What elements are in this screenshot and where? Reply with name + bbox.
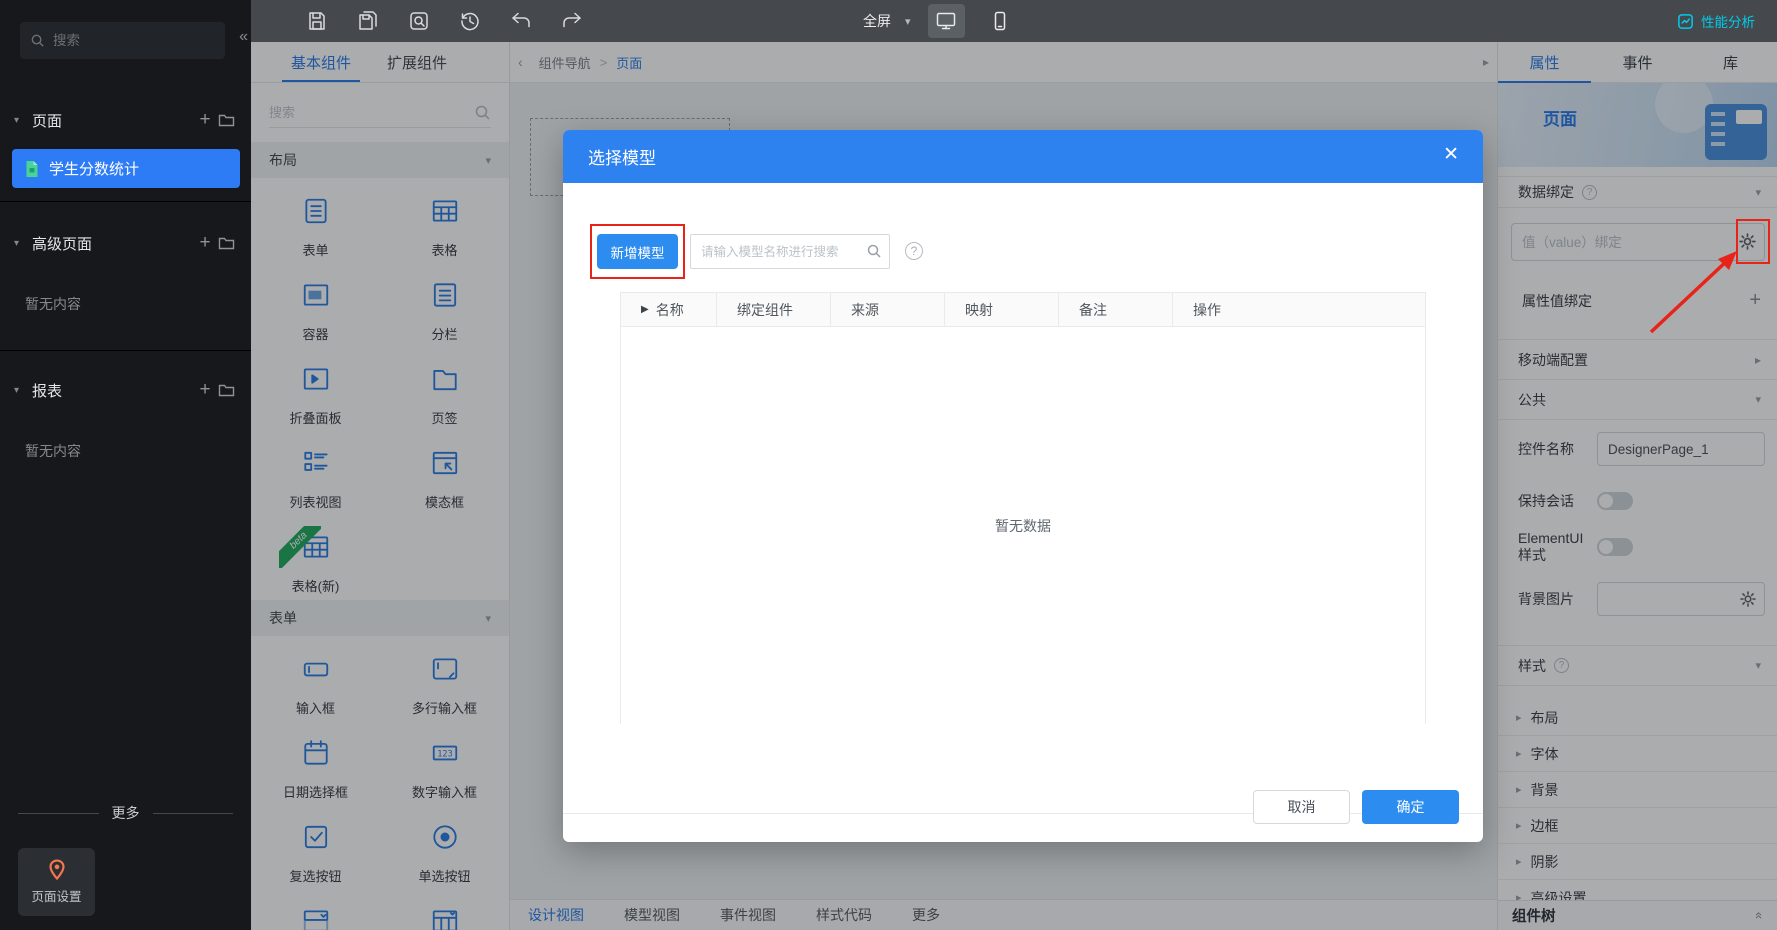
advanced-pages-section-label: 高级页面 xyxy=(32,235,93,253)
divider xyxy=(0,201,251,202)
more-label: 更多 xyxy=(111,805,140,821)
divider xyxy=(0,350,251,351)
reports-section-label: 报表 xyxy=(32,382,63,400)
add-model-button[interactable]: 新增模型 xyxy=(597,234,678,269)
chevron-down-icon[interactable]: ▾ xyxy=(14,238,28,249)
pages-section-label: 页面 xyxy=(32,112,63,130)
col-name[interactable]: ▶ 名称 xyxy=(621,293,717,326)
page-settings-button[interactable]: 页面设置 xyxy=(18,848,95,916)
col-mapping: 映射 xyxy=(945,293,1059,326)
help-icon[interactable]: ? xyxy=(905,242,923,260)
model-table: ▶ 名称 绑定组件 来源 映射 备注 操作 暂无数据 xyxy=(620,292,1426,724)
dialog-title: 选择模型 xyxy=(588,149,656,168)
page-file-icon xyxy=(26,160,38,177)
model-search-input[interactable] xyxy=(690,234,890,269)
section-reports: ▾ 报表 + xyxy=(14,375,235,405)
folder-icon[interactable] xyxy=(218,236,235,251)
chevron-down-icon[interactable]: ▾ xyxy=(14,115,28,126)
more-divider: 更多 xyxy=(0,803,251,823)
page-settings-label: 页面设置 xyxy=(31,890,82,904)
page-item-selected[interactable]: 学生分数统计 xyxy=(12,149,240,188)
col-source: 来源 xyxy=(831,293,945,326)
sidebar-search[interactable] xyxy=(20,22,225,59)
preview-icon[interactable] xyxy=(406,8,432,34)
performance-analysis-button[interactable]: 性能分析 xyxy=(1677,0,1755,42)
chevron-down-icon[interactable]: ▾ xyxy=(14,385,28,396)
save-icon[interactable] xyxy=(304,8,330,34)
chevron-down-icon[interactable]: ▾ xyxy=(905,15,911,28)
top-toolbar: 全屏 ▾ 性能分析 xyxy=(251,0,1777,42)
empty-data-text: 暂无数据 xyxy=(995,517,1051,534)
undo-icon[interactable] xyxy=(508,8,534,34)
expand-caret-icon[interactable]: ▶ xyxy=(641,304,649,315)
add-page-button[interactable]: + xyxy=(192,109,218,131)
mobile-icon xyxy=(994,11,1006,31)
reports-empty-text: 暂无内容 xyxy=(25,443,81,459)
location-pin-icon xyxy=(48,859,65,881)
save-all-icon[interactable] xyxy=(355,8,381,34)
collapse-sidebar-icon[interactable]: « xyxy=(239,28,248,46)
table-body: 暂无数据 xyxy=(621,327,1425,724)
select-model-dialog: 选择模型 ✕ 新增模型 ? ▶名称 绑定组件 来源 映射 备注 操作 暂无数据 … xyxy=(563,130,1483,842)
section-advanced-pages: ▾ 高级页面 + xyxy=(14,228,235,258)
folder-icon[interactable] xyxy=(218,113,235,128)
performance-label: 性能分析 xyxy=(1701,15,1755,30)
performance-icon xyxy=(1678,13,1693,29)
history-icon[interactable] xyxy=(457,8,483,34)
model-search xyxy=(690,234,890,269)
confirm-button[interactable]: 确定 xyxy=(1362,790,1459,824)
search-icon xyxy=(31,34,44,47)
desktop-icon xyxy=(936,12,956,30)
page-tree-sidebar: « ▾ 页面 + 学生分数统计 ▾ 高级页面 + 暂无内容 ▾ 报表 + 暂无内… xyxy=(0,0,251,930)
col-actions: 操作 xyxy=(1193,301,1221,318)
add-advanced-page-button[interactable]: + xyxy=(192,232,218,254)
col-remark: 备注 xyxy=(1059,293,1173,326)
add-report-button[interactable]: + xyxy=(192,379,218,401)
table-header-row: ▶ 名称 绑定组件 来源 映射 备注 操作 xyxy=(621,293,1425,327)
fullscreen-select[interactable]: 全屏 xyxy=(863,11,891,31)
cancel-button[interactable]: 取消 xyxy=(1253,790,1350,824)
mobile-view-button[interactable] xyxy=(982,4,1019,38)
search-icon[interactable] xyxy=(866,243,882,259)
col-bound-component: 绑定组件 xyxy=(717,293,831,326)
section-pages: ▾ 页面 + xyxy=(14,105,235,135)
desktop-view-button[interactable] xyxy=(927,4,965,38)
redo-icon[interactable] xyxy=(559,8,585,34)
folder-icon[interactable] xyxy=(218,383,235,398)
sidebar-search-input[interactable] xyxy=(53,33,183,48)
dialog-header: 选择模型 xyxy=(563,130,1483,183)
close-icon[interactable]: ✕ xyxy=(1443,145,1459,164)
page-item-label: 学生分数统计 xyxy=(49,161,140,178)
advanced-pages-empty-text: 暂无内容 xyxy=(25,296,81,312)
